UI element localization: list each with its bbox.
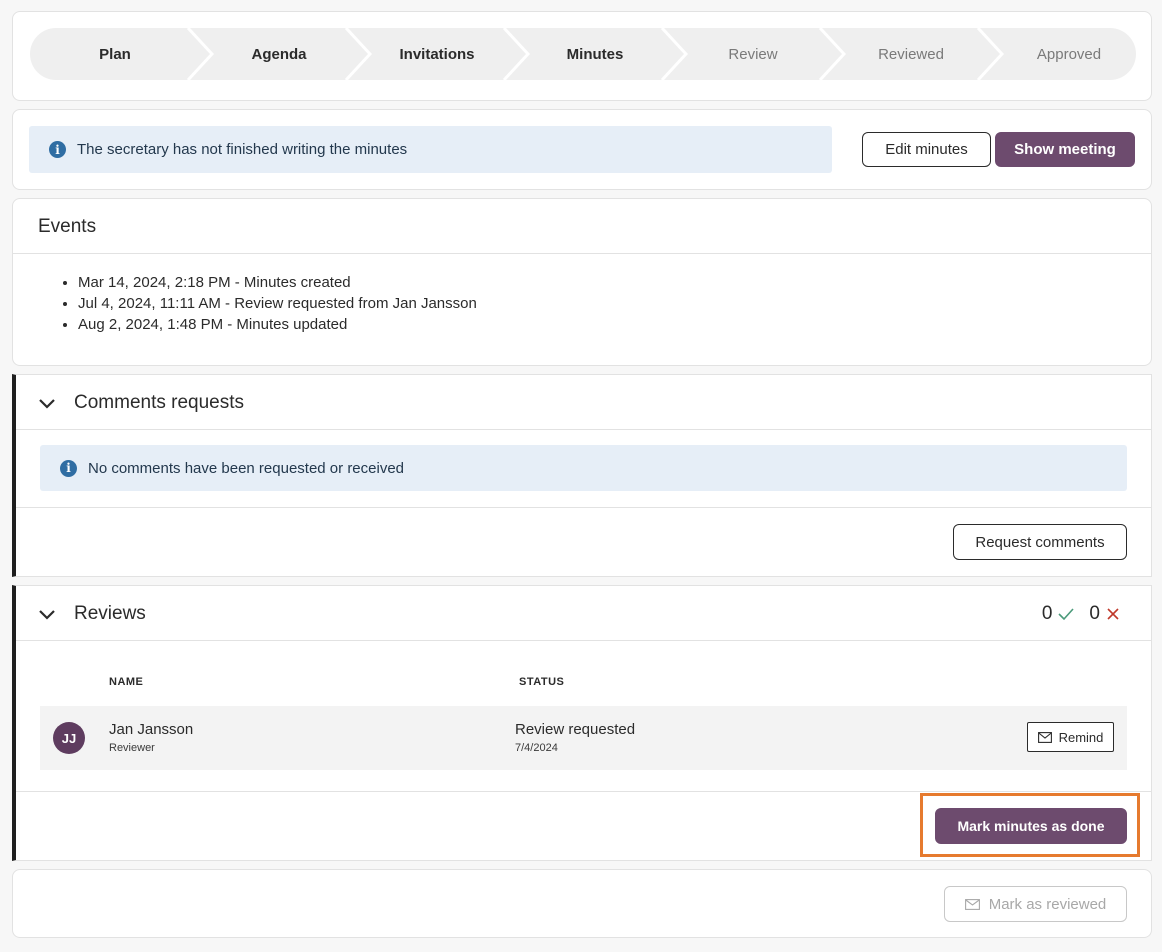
- events-list: Mar 14, 2024, 2:18 PM - Minutes created …: [78, 272, 477, 335]
- highlight-box: [920, 793, 1140, 857]
- comments-info-box: i No comments have been requested or rec…: [40, 445, 1127, 491]
- edit-minutes-button[interactable]: Edit minutes: [862, 132, 991, 167]
- status-info-text: The secretary has not finished writing t…: [77, 141, 408, 158]
- step-minutes[interactable]: Minutes: [516, 28, 674, 80]
- event-item: Jul 4, 2024, 11:11 AM - Review requested…: [78, 293, 477, 314]
- review-actions-card: Mark as reviewed: [12, 869, 1152, 938]
- divider: [13, 253, 1151, 254]
- reviewer-role: Reviewer: [109, 742, 155, 754]
- remind-button[interactable]: Remind: [1027, 722, 1114, 752]
- events-title: Events: [38, 216, 97, 237]
- comments-section-title: Comments requests: [74, 392, 245, 413]
- close-icon: [1107, 608, 1119, 620]
- step-label: Approved: [1036, 45, 1102, 63]
- reviews-section-title: Reviews: [74, 603, 146, 624]
- approved-count: 0: [1041, 603, 1053, 624]
- divider: [16, 791, 1151, 792]
- reviewer-name: Jan Jansson: [109, 721, 194, 738]
- column-header-name: NAME: [109, 676, 144, 688]
- table-row: JJ Jan Jansson Reviewer Review requested…: [40, 706, 1127, 770]
- info-icon: i: [60, 459, 77, 477]
- comments-info-text: No comments have been requested or recei…: [88, 459, 405, 477]
- progress-stepper-card: Plan Agenda Invitations Minutes Review R…: [12, 11, 1152, 101]
- check-icon: [1058, 608, 1075, 621]
- info-icon: i: [49, 141, 66, 158]
- minutes-status-card: i The secretary has not finished writing…: [12, 109, 1152, 190]
- step-review[interactable]: Review: [674, 28, 832, 80]
- remind-label: Remind: [1058, 729, 1104, 745]
- step-label: Review: [728, 45, 778, 63]
- comments-requests-section: Comments requests i No comments have bee…: [12, 374, 1152, 577]
- step-label: Reviewed: [878, 45, 944, 63]
- show-meeting-button[interactable]: Show meeting: [995, 132, 1135, 167]
- divider: [16, 640, 1151, 641]
- chevron-down-icon: [39, 610, 55, 620]
- review-counts: 0 0: [1042, 603, 1121, 625]
- step-label: Agenda: [251, 45, 307, 63]
- status-info-box: i The secretary has not finished writing…: [29, 126, 832, 173]
- step-label: Minutes: [566, 45, 624, 63]
- chevron-down-icon: [39, 399, 55, 409]
- step-approved[interactable]: Approved: [990, 28, 1136, 80]
- step-label: Invitations: [399, 45, 475, 63]
- step-agenda[interactable]: Agenda: [200, 28, 358, 80]
- mail-icon: [964, 898, 980, 910]
- event-item: Aug 2, 2024, 1:48 PM - Minutes updated: [78, 314, 477, 335]
- mark-as-reviewed-label: Mark as reviewed: [988, 895, 1107, 913]
- review-date: 7/4/2024: [515, 742, 558, 754]
- reviews-section-toggle[interactable]: Reviews: [38, 603, 146, 625]
- step-reviewed[interactable]: Reviewed: [832, 28, 990, 80]
- step-invitations[interactable]: Invitations: [358, 28, 516, 80]
- progress-stepper: Plan Agenda Invitations Minutes Review R…: [30, 28, 1136, 80]
- rejected-count: 0: [1089, 603, 1100, 624]
- comments-section-toggle[interactable]: Comments requests: [38, 392, 244, 414]
- request-comments-button[interactable]: Request comments: [953, 524, 1127, 560]
- review-status: Review requested: [515, 721, 636, 738]
- column-header-status: STATUS: [519, 676, 565, 688]
- mark-as-reviewed-button[interactable]: Mark as reviewed: [944, 886, 1127, 922]
- event-item: Mar 14, 2024, 2:18 PM - Minutes created: [78, 272, 477, 293]
- events-card: Events Mar 14, 2024, 2:18 PM - Minutes c…: [12, 198, 1152, 366]
- divider: [16, 507, 1151, 508]
- step-label: Plan: [99, 45, 131, 63]
- step-plan[interactable]: Plan: [30, 28, 200, 80]
- divider: [16, 429, 1151, 430]
- mail-icon: [1037, 731, 1052, 743]
- avatar: JJ: [53, 722, 85, 754]
